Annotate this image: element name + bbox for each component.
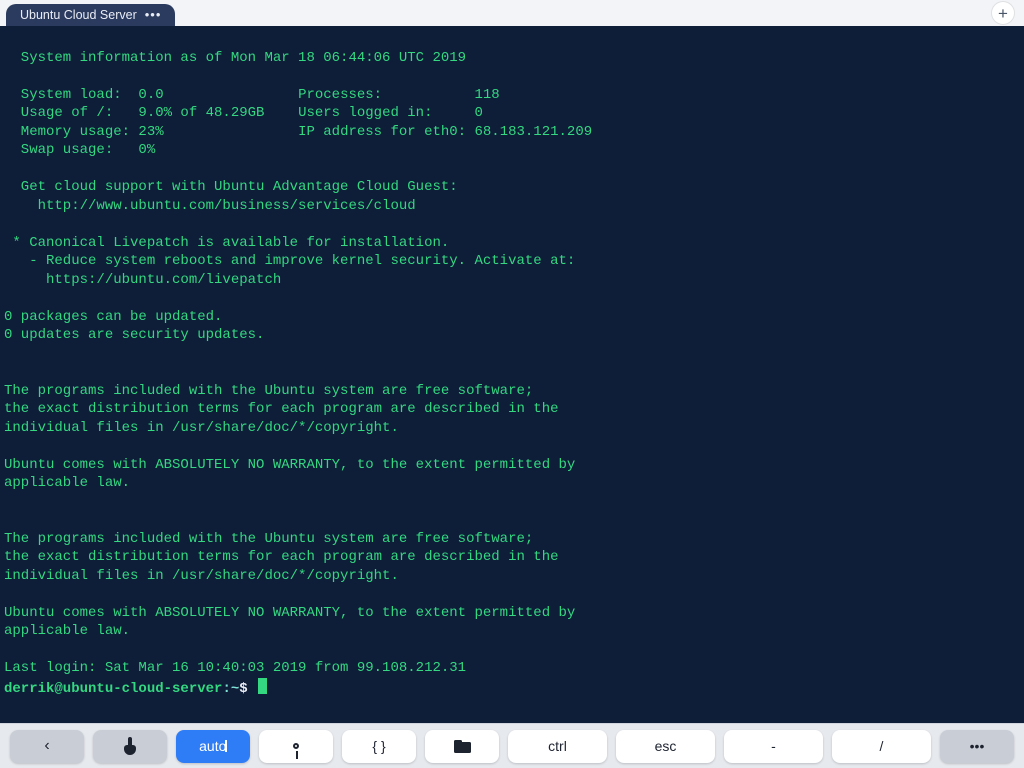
label-system-load: System load: [4,87,138,103]
label-users-logged-in: Users logged in: [298,105,466,121]
dash-label: - [771,738,776,754]
shell-prompt[interactable]: derrik@ubuntu-cloud-server:~$ [4,681,267,697]
auto-complete-button[interactable]: auto [176,730,250,763]
legal-line-3: individual files in /usr/share/doc/*/cop… [4,420,399,436]
legal-line-2: the exact distribution terms for each pr… [4,401,559,417]
terminal-viewport[interactable]: System information as of Mon Mar 18 06:4… [0,26,1024,723]
updates-line-1: 0 packages can be updated. [4,309,222,325]
files-button[interactable] [425,730,499,763]
more-button[interactable]: ••• [940,730,1014,763]
tab-ubuntu-cloud-server[interactable]: Ubuntu Cloud Server ••• [6,4,175,26]
prompt-user-host: derrik@ubuntu-cloud-server [4,681,222,697]
legal-line-2b: the exact distribution terms for each pr… [4,549,559,565]
ctrl-key-button[interactable]: ctrl [508,730,607,763]
dash-key-button[interactable]: - [724,730,823,763]
value-system-load: 0.0 [138,87,163,103]
label-ip-eth0: IP address for eth0: [298,124,474,140]
label-swap-usage: Swap usage: [4,142,138,158]
keys-button[interactable] [259,730,333,763]
touch-icon [122,737,138,755]
chevron-left-icon: ‹ [44,737,49,755]
livepatch-line-2: - Reduce system reboots and improve kern… [4,253,575,269]
cloud-support-line-1: Get cloud support with Ubuntu Advantage … [4,179,458,195]
tab-title: Ubuntu Cloud Server [20,8,137,22]
label-disk-usage: Usage of /: [4,105,138,121]
ctrl-label: ctrl [548,738,567,754]
value-disk-usage: 9.0% of 48.29GB [138,105,264,121]
slash-key-button[interactable]: / [832,730,931,763]
snippets-button[interactable]: { } [342,730,416,763]
plus-icon: + [998,5,1008,22]
text-caret-icon [225,740,227,752]
folder-icon [454,740,471,753]
tab-bar: Ubuntu Cloud Server ••• + [0,0,1024,26]
value-ip-eth0: 68.183.121.209 [475,124,593,140]
cursor-icon [258,678,267,694]
value-swap-usage: 0% [138,142,155,158]
last-login-line: Last login: Sat Mar 16 10:40:03 2019 fro… [4,660,466,676]
label-processes: Processes: [298,87,466,103]
warranty-line-2: applicable law. [4,475,130,491]
soft-keyboard-toolbar: ‹ auto { } ctrl esc - / ••• [0,723,1024,768]
value-users-logged-in: 0 [475,105,483,121]
legal-line-1: The programs included with the Ubuntu sy… [4,383,533,399]
warranty-line-2b: applicable law. [4,623,130,639]
tab-menu-icon[interactable]: ••• [145,12,162,18]
slash-label: / [880,738,884,754]
key-icon [293,743,299,749]
cloud-support-line-2: http://www.ubuntu.com/business/services/… [4,198,416,214]
value-processes: 118 [475,87,500,103]
auto-label: auto [199,738,226,754]
prompt-path: ~ [231,681,239,697]
motd-sysinfo-header: System information as of Mon Mar 18 06:4… [4,50,466,66]
esc-label: esc [655,738,677,754]
ellipsis-icon: ••• [970,738,985,754]
braces-icon: { } [372,738,385,754]
livepatch-line-3: https://ubuntu.com/livepatch [4,272,281,288]
legal-line-3b: individual files in /usr/share/doc/*/cop… [4,568,399,584]
legal-line-1b: The programs included with the Ubuntu sy… [4,531,533,547]
warranty-line-1: Ubuntu comes with ABSOLUTELY NO WARRANTY… [4,457,575,473]
livepatch-line-1: * Canonical Livepatch is available for i… [4,235,449,251]
back-button[interactable]: ‹ [10,730,84,763]
add-tab-button[interactable]: + [992,2,1014,24]
prompt-separator: : [222,681,230,697]
updates-line-2: 0 updates are security updates. [4,327,264,343]
prompt-dollar: $ [239,681,247,697]
esc-key-button[interactable]: esc [616,730,715,763]
value-memory-usage: 23% [138,124,163,140]
warranty-line-1b: Ubuntu comes with ABSOLUTELY NO WARRANTY… [4,605,575,621]
label-memory-usage: Memory usage: [4,124,138,140]
touch-mode-button[interactable] [93,730,167,763]
